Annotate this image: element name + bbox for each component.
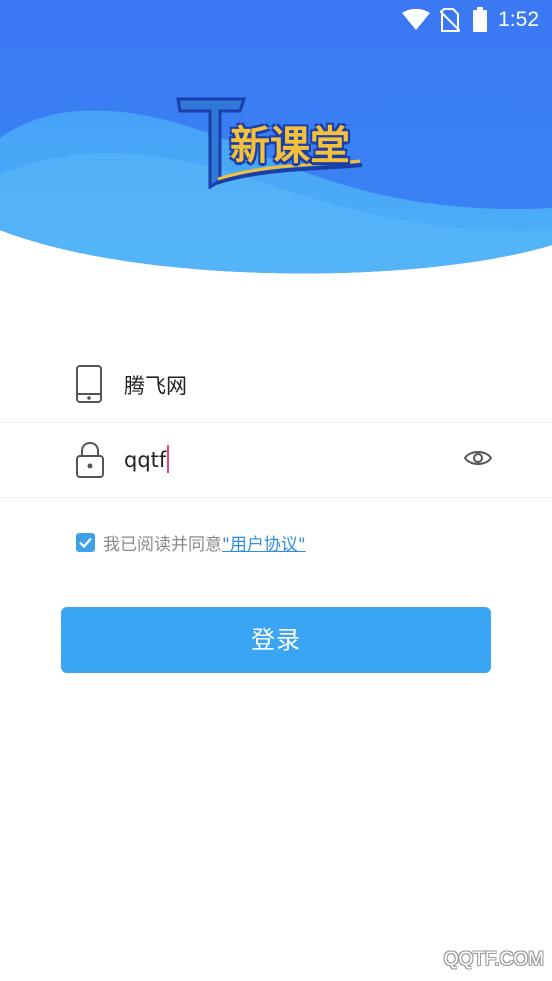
phone-icon [76,365,102,403]
password-value: qqtf [124,448,167,472]
agreement-row: 我已阅读并同意 "用户协议" [76,530,306,555]
eye-icon[interactable] [464,448,492,468]
wifi-icon [402,9,430,30]
user-agreement-link[interactable]: "用户协议" [222,530,306,555]
password-input[interactable]: qqtf [124,445,170,473]
agreement-text: 我已阅读并同意 [103,534,222,555]
agreement-checkbox[interactable] [76,532,95,552]
logo-text: 新课堂 [230,123,350,169]
lock-icon [76,441,104,478]
login-button[interactable]: 登录 [61,607,491,673]
status-bar: 1:52 [0,0,552,40]
password-field[interactable]: qqtf [0,421,552,498]
text-caret [167,445,170,473]
header-banner: 1:52 新课堂 [0,0,552,290]
account-field[interactable]: 腾飞网 [0,346,552,423]
account-input[interactable]: 腾飞网 [124,370,187,400]
checkmark-icon [79,537,92,548]
status-time: 1:52 [498,8,539,31]
watermark: QQTF.COM [443,949,544,970]
no-sim-icon [440,8,460,32]
app-logo: 新课堂 [176,97,366,189]
battery-icon [473,7,487,32]
